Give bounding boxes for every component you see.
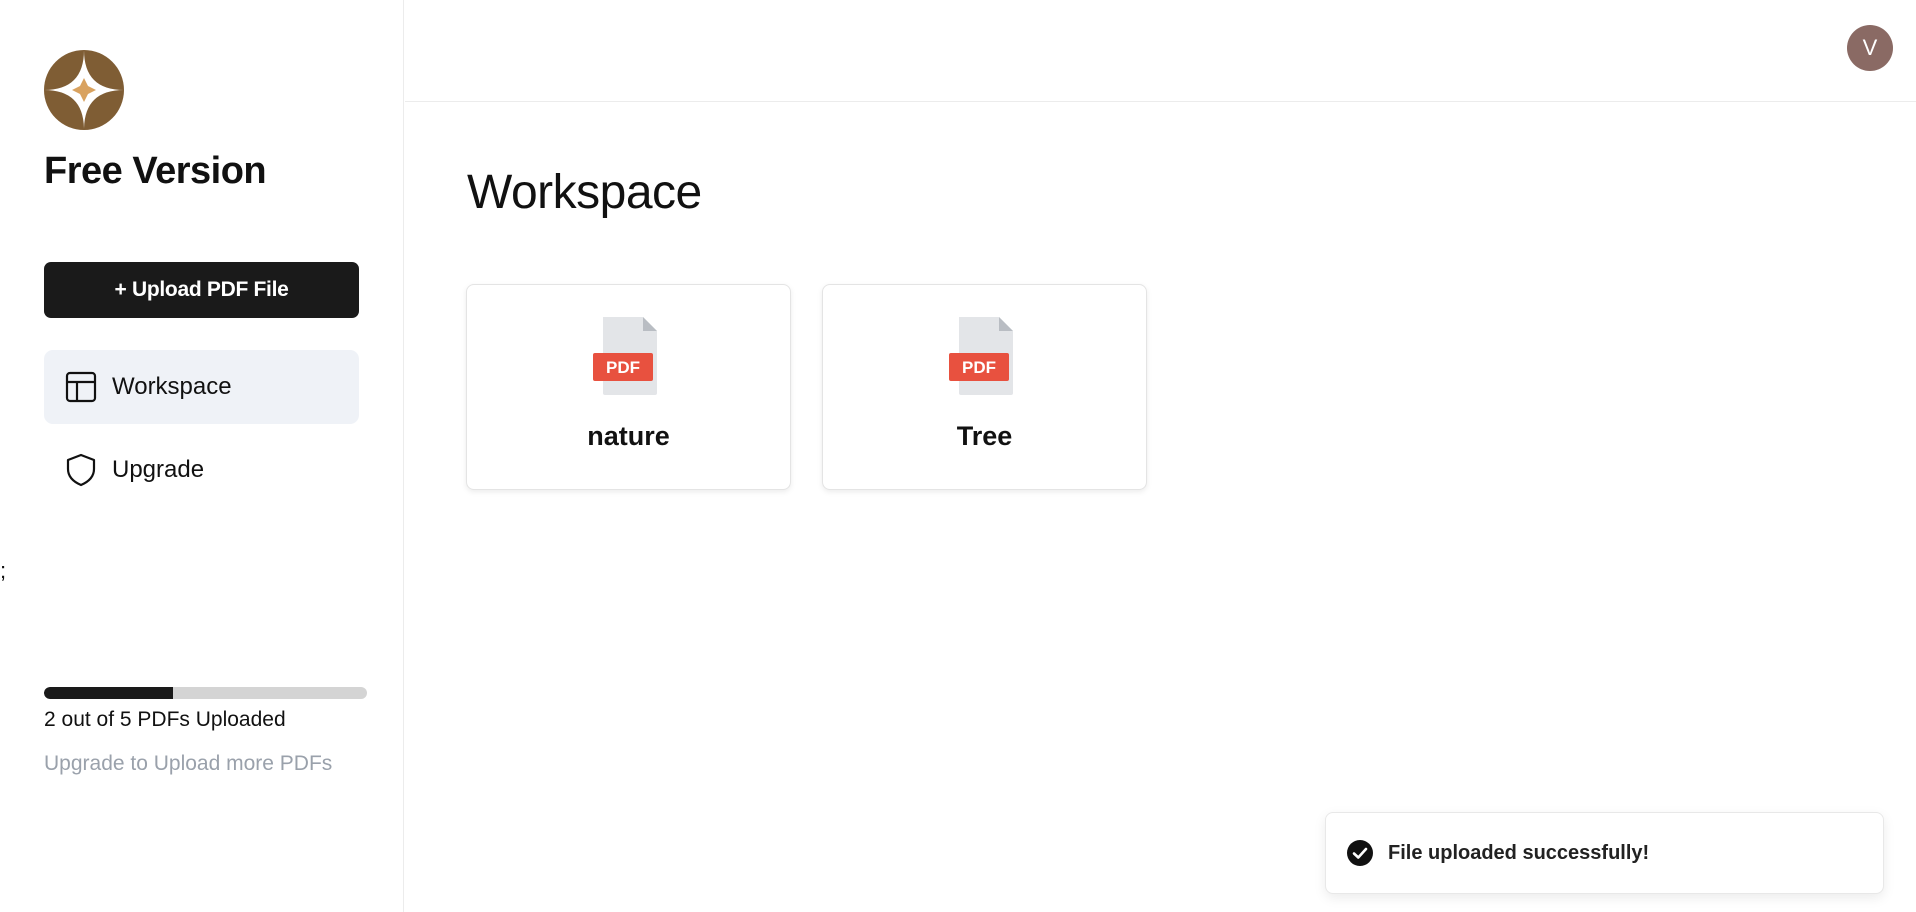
compass-star-logo-icon[interactable] [44,50,124,130]
user-avatar[interactable]: V [1847,25,1893,71]
success-toast: File uploaded successfully! [1325,812,1884,894]
check-circle-icon [1346,839,1374,867]
plan-title: Free Version [44,150,267,192]
pdf-badge-text: PDF [606,358,640,377]
layout-icon [64,370,98,404]
app-root: Free Version + Upload PDF File Workspace… [0,0,1916,912]
shield-icon [64,453,98,487]
upload-pdf-button[interactable]: + Upload PDF File [44,262,359,318]
sidebar-item-label: Upgrade [112,456,205,483]
usage-progress-bar [44,687,367,699]
file-name: Tree [956,421,1013,451]
logo-graphic [44,50,124,130]
file-card[interactable]: PDF Tree [822,284,1147,490]
pdf-file-icon: PDF [593,315,665,397]
top-header: V [405,0,1916,102]
sidebar-item-upgrade[interactable]: Upgrade [44,433,359,507]
sidebar: Free Version + Upload PDF File Workspace… [0,0,404,912]
usage-text: 2 out of 5 PDFs Uploaded [44,708,286,731]
file-card[interactable]: PDF nature [466,284,791,490]
file-name: nature [587,421,670,451]
usage-progress-fill [44,687,174,699]
sidebar-item-label: Workspace [112,373,232,400]
pdf-file-icon: PDF [949,315,1021,397]
upgrade-hint-link[interactable]: Upgrade to Upload more PDFs [44,752,332,776]
toast-message: File uploaded successfully! [1388,841,1650,864]
sidebar-item-workspace[interactable]: Workspace [44,350,359,424]
pdf-badge-text: PDF [962,358,996,377]
stray-text: ; [0,558,7,583]
page-title: Workspace [467,166,702,219]
